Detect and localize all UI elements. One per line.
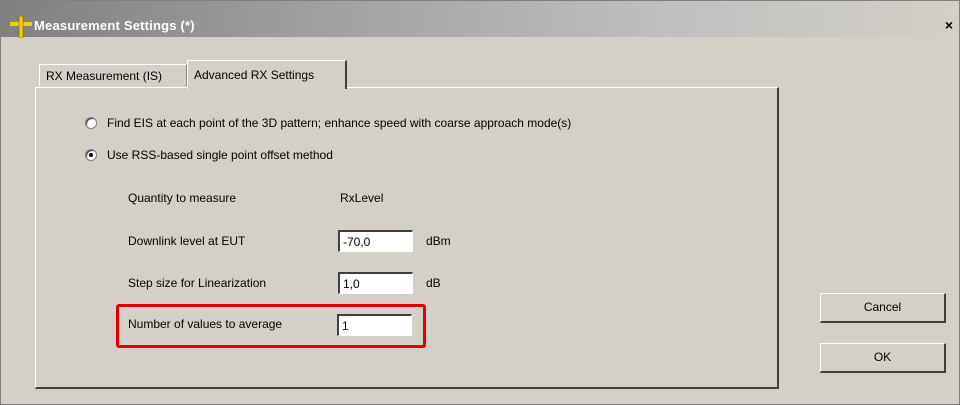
step-size-label: Step size for Linearization — [128, 276, 267, 290]
rss-offset-radio[interactable] — [85, 149, 97, 161]
find-eis-radio[interactable] — [85, 117, 97, 129]
downlink-unit: dBm — [426, 234, 451, 248]
average-count-label: Number of values to average — [128, 317, 283, 331]
downlink-label: Downlink level at EUT — [128, 234, 246, 248]
downlink-level-input[interactable] — [338, 230, 413, 252]
quantity-value: RxLevel — [340, 191, 384, 205]
measurement-settings-dialog: Measurement Settings (*) × RX Measuremen… — [0, 0, 960, 405]
find-eis-label: Find EIS at each point of the 3D pattern… — [107, 116, 572, 130]
option-rss-offset[interactable]: Use RSS-based single point offset method — [85, 148, 333, 162]
ok-button[interactable]: OK — [820, 343, 946, 373]
tab-rx-measurement[interactable]: RX Measurement (IS) — [39, 64, 187, 86]
rss-offset-label: Use RSS-based single point offset method — [107, 148, 333, 162]
average-count-input[interactable] — [337, 314, 412, 336]
title-bar[interactable]: Measurement Settings (*) × — [1, 1, 959, 38]
app-plus-icon — [10, 16, 32, 38]
option-find-eis[interactable]: Find EIS at each point of the 3D pattern… — [85, 116, 571, 130]
close-button[interactable]: × — [941, 17, 957, 33]
quantity-label: Quantity to measure — [128, 191, 237, 205]
window-title: Measurement Settings (*) — [34, 18, 195, 33]
cancel-button[interactable]: Cancel — [820, 293, 946, 323]
tab-advanced-rx-settings[interactable]: Advanced RX Settings — [187, 60, 347, 89]
step-size-unit: dB — [426, 276, 441, 290]
step-size-input[interactable] — [338, 272, 413, 294]
